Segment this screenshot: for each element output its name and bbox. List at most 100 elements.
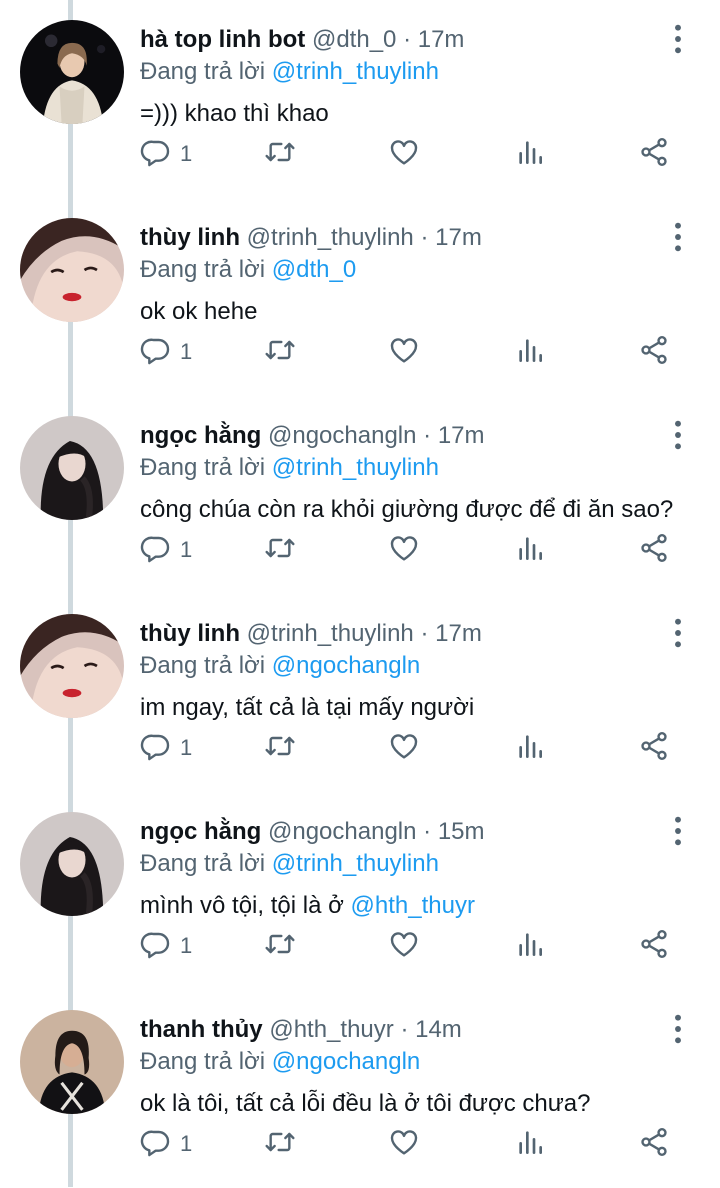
share-button[interactable] xyxy=(638,924,670,968)
retweet-button[interactable] xyxy=(264,330,296,374)
share-button[interactable] xyxy=(638,330,670,374)
like-button[interactable] xyxy=(388,132,420,176)
share-button[interactable] xyxy=(638,132,670,176)
views-icon xyxy=(514,1126,546,1163)
reply-button[interactable]: 1 xyxy=(140,924,192,968)
user-handle[interactable]: @ngochangln xyxy=(268,818,416,845)
reply-button[interactable]: 1 xyxy=(140,330,192,374)
avatar[interactable] xyxy=(20,812,124,916)
timestamp[interactable]: 14m xyxy=(415,1016,462,1043)
display-name[interactable]: thùy linh xyxy=(140,224,240,251)
share-icon xyxy=(638,928,670,965)
views-button[interactable] xyxy=(514,330,546,374)
tweet-item[interactable]: thanh thủy @hth_thuyr · 14m Đang trả lời … xyxy=(0,990,720,1188)
user-handle[interactable]: @dth_0 xyxy=(312,26,396,53)
tweet-text-body: ok là tôi, tất cả lỗi đều là ở tôi được … xyxy=(140,1090,591,1117)
retweet-button[interactable] xyxy=(264,1122,296,1166)
timestamp[interactable]: 17m xyxy=(418,26,465,53)
action-bar: 1 xyxy=(140,726,700,770)
display-name[interactable]: hà top linh bot xyxy=(140,26,305,53)
tweet-text: ok là tôi, tất cả lỗi đều là ở tôi được … xyxy=(140,1088,591,1120)
replying-to-mention[interactable]: @trinh_thuylinh xyxy=(272,850,439,877)
tweet-text-body: im ngay, tất cả là tại mấy người xyxy=(140,694,475,721)
separator-dot: · xyxy=(403,26,412,53)
display-name[interactable]: thanh thủy xyxy=(140,1016,263,1043)
more-icon[interactable] xyxy=(664,418,692,452)
display-name[interactable]: thùy linh xyxy=(140,620,240,647)
user-handle[interactable]: @trinh_thuylinh xyxy=(247,620,414,647)
like-icon xyxy=(388,136,420,173)
more-icon[interactable] xyxy=(664,616,692,650)
views-button[interactable] xyxy=(514,726,546,770)
display-name[interactable]: ngọc hằng xyxy=(140,422,261,449)
avatar[interactable] xyxy=(20,1010,124,1114)
retweet-icon xyxy=(264,928,296,965)
like-button[interactable] xyxy=(388,924,420,968)
retweet-icon xyxy=(264,1126,296,1163)
tweet-item[interactable]: hà top linh bot @dth_0 · 17m Đang trả lời… xyxy=(0,0,720,198)
reply-icon xyxy=(140,532,172,569)
avatar[interactable] xyxy=(20,218,124,322)
reply-button[interactable]: 1 xyxy=(140,132,192,176)
retweet-button[interactable] xyxy=(264,726,296,770)
reply-button[interactable]: 1 xyxy=(140,528,192,572)
replying-to-mention[interactable]: @trinh_thuylinh xyxy=(272,58,439,85)
avatar[interactable] xyxy=(20,20,124,124)
views-icon xyxy=(514,136,546,173)
replying-to: Đang trả lời @ngochangln xyxy=(140,1046,420,1078)
replying-to-mention[interactable]: @ngochangln xyxy=(272,652,420,679)
more-icon[interactable] xyxy=(664,220,692,254)
like-button[interactable] xyxy=(388,1122,420,1166)
user-handle[interactable]: @hth_thuyr xyxy=(269,1016,393,1043)
tweet-header: hà top linh bot @dth_0 · 17m xyxy=(140,24,464,56)
views-button[interactable] xyxy=(514,528,546,572)
retweet-button[interactable] xyxy=(264,132,296,176)
tweet-text: im ngay, tất cả là tại mấy người xyxy=(140,692,474,724)
reply-button[interactable]: 1 xyxy=(140,1122,192,1166)
replying-to-mention[interactable]: @dth_0 xyxy=(272,256,356,283)
retweet-button[interactable] xyxy=(264,528,296,572)
like-button[interactable] xyxy=(388,330,420,374)
more-icon[interactable] xyxy=(664,1012,692,1046)
tweet-text-mention[interactable]: @hth_thuyr xyxy=(351,892,475,919)
tweet-item[interactable]: ngọc hằng @ngochangln · 17m Đang trả lời … xyxy=(0,396,720,594)
tweet-header: thùy linh @trinh_thuylinh · 17m xyxy=(140,222,482,254)
share-button[interactable] xyxy=(638,726,670,770)
timestamp[interactable]: 17m xyxy=(435,620,482,647)
share-button[interactable] xyxy=(638,1122,670,1166)
tweet-item[interactable]: thùy linh @trinh_thuylinh · 17m Đang trả … xyxy=(0,198,720,396)
timestamp[interactable]: 15m xyxy=(438,818,485,845)
reply-count: 1 xyxy=(180,735,193,760)
like-button[interactable] xyxy=(388,528,420,572)
avatar[interactable] xyxy=(20,614,124,718)
user-handle[interactable]: @trinh_thuylinh xyxy=(247,224,414,251)
views-button[interactable] xyxy=(514,132,546,176)
reply-icon xyxy=(140,1126,172,1163)
user-handle[interactable]: @ngochangln xyxy=(268,422,416,449)
more-icon[interactable] xyxy=(664,22,692,56)
replying-to-mention[interactable]: @ngochangln xyxy=(272,1048,420,1075)
like-icon xyxy=(388,1126,420,1163)
replying-to-label: Đang trả lời xyxy=(140,454,266,481)
views-button[interactable] xyxy=(514,1122,546,1166)
views-button[interactable] xyxy=(514,924,546,968)
avatar[interactable] xyxy=(20,416,124,520)
separator-dot: · xyxy=(420,224,429,251)
replying-to-label: Đang trả lời xyxy=(140,256,266,283)
action-bar: 1 xyxy=(140,528,700,572)
like-button[interactable] xyxy=(388,726,420,770)
reply-button[interactable]: 1 xyxy=(140,726,192,770)
tweet-text: công chúa còn ra khỏi giường được để đi … xyxy=(140,494,673,526)
tweet-text-body: =))) khao thì khao xyxy=(140,100,329,127)
replying-to: Đang trả lời @trinh_thuylinh xyxy=(140,848,439,880)
timestamp[interactable]: 17m xyxy=(438,422,485,449)
display-name[interactable]: ngọc hằng xyxy=(140,818,261,845)
retweet-button[interactable] xyxy=(264,924,296,968)
replying-to-mention[interactable]: @trinh_thuylinh xyxy=(272,454,439,481)
share-button[interactable] xyxy=(638,528,670,572)
separator-dot: · xyxy=(420,620,429,647)
tweet-item[interactable]: thùy linh @trinh_thuylinh · 17m Đang trả … xyxy=(0,594,720,792)
tweet-item[interactable]: ngọc hằng @ngochangln · 15m Đang trả lời … xyxy=(0,792,720,990)
more-icon[interactable] xyxy=(664,814,692,848)
timestamp[interactable]: 17m xyxy=(435,224,482,251)
